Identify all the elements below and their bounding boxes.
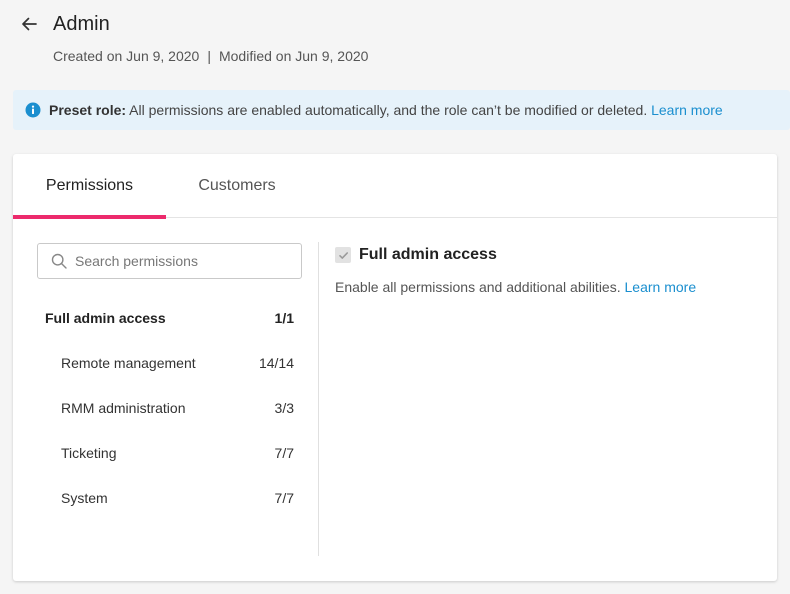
check-icon <box>338 251 348 259</box>
permission-item-remote-management[interactable]: Remote management 14/14 <box>13 340 303 385</box>
permission-count: 7/7 <box>274 444 294 461</box>
permission-count: 7/7 <box>274 489 294 506</box>
created-date: Created on Jun 9, 2020 <box>53 48 200 64</box>
panel-divider <box>318 242 319 556</box>
tab-permissions[interactable]: Permissions <box>13 154 166 219</box>
permission-label: RMM administration <box>61 399 186 416</box>
full-admin-access-checkbox[interactable] <box>335 247 351 263</box>
permission-label: Ticketing <box>61 444 117 461</box>
detail-header: Full admin access <box>335 244 755 266</box>
detail-description-text: Enable all permissions and additional ab… <box>335 279 621 295</box>
banner-text: Preset role: All permissions are enabled… <box>49 102 723 118</box>
preset-role-banner: Preset role: All permissions are enabled… <box>13 90 790 130</box>
page-title: Admin <box>53 13 110 35</box>
modified-date: Modified on Jun 9, 2020 <box>218 48 369 64</box>
detail-title: Full admin access <box>359 246 497 263</box>
permission-count: 3/3 <box>274 399 294 416</box>
search-box[interactable] <box>37 243 302 279</box>
banner-learn-more-link[interactable]: Learn more <box>651 102 723 118</box>
permission-count: 1/1 <box>274 309 294 326</box>
permission-label: System <box>61 489 108 506</box>
search-icon <box>51 253 67 269</box>
tab-customers[interactable]: Customers <box>166 154 308 218</box>
permission-detail: Full admin access Enable all permissions… <box>335 244 755 295</box>
permission-item-full-admin-access[interactable]: Full admin access 1/1 <box>13 295 303 340</box>
detail-learn-more-link[interactable]: Learn more <box>625 279 697 295</box>
page-header: Admin Created on Jun 9, 2020 | Modified on… <box>0 0 790 80</box>
banner-label: Preset role: <box>49 102 127 118</box>
role-card: Permissions Customers Full admin access … <box>13 154 777 581</box>
permission-label: Remote management <box>61 354 196 371</box>
back-button[interactable] <box>17 12 41 36</box>
permission-item-system[interactable]: System 7/7 <box>13 475 303 520</box>
permission-count: 14/14 <box>258 354 294 371</box>
banner-message: All permissions are enabled automaticall… <box>129 102 648 118</box>
permission-list: Full admin access 1/1 Remote management … <box>13 295 303 520</box>
detail-description: Enable all permissions and additional ab… <box>335 279 755 295</box>
search-input[interactable] <box>75 253 295 269</box>
page-subtitle: Created on Jun 9, 2020 | Modified on Jun 9… <box>53 47 368 65</box>
arrow-left-icon <box>22 17 37 31</box>
permission-label: Full admin access <box>45 309 166 326</box>
permission-item-ticketing[interactable]: Ticketing 7/7 <box>13 430 303 475</box>
permission-item-rmm-administration[interactable]: RMM administration 3/3 <box>13 385 303 430</box>
info-icon <box>25 102 41 118</box>
tab-bar: Permissions Customers <box>13 154 777 219</box>
subtitle-separator: | <box>207 48 211 64</box>
